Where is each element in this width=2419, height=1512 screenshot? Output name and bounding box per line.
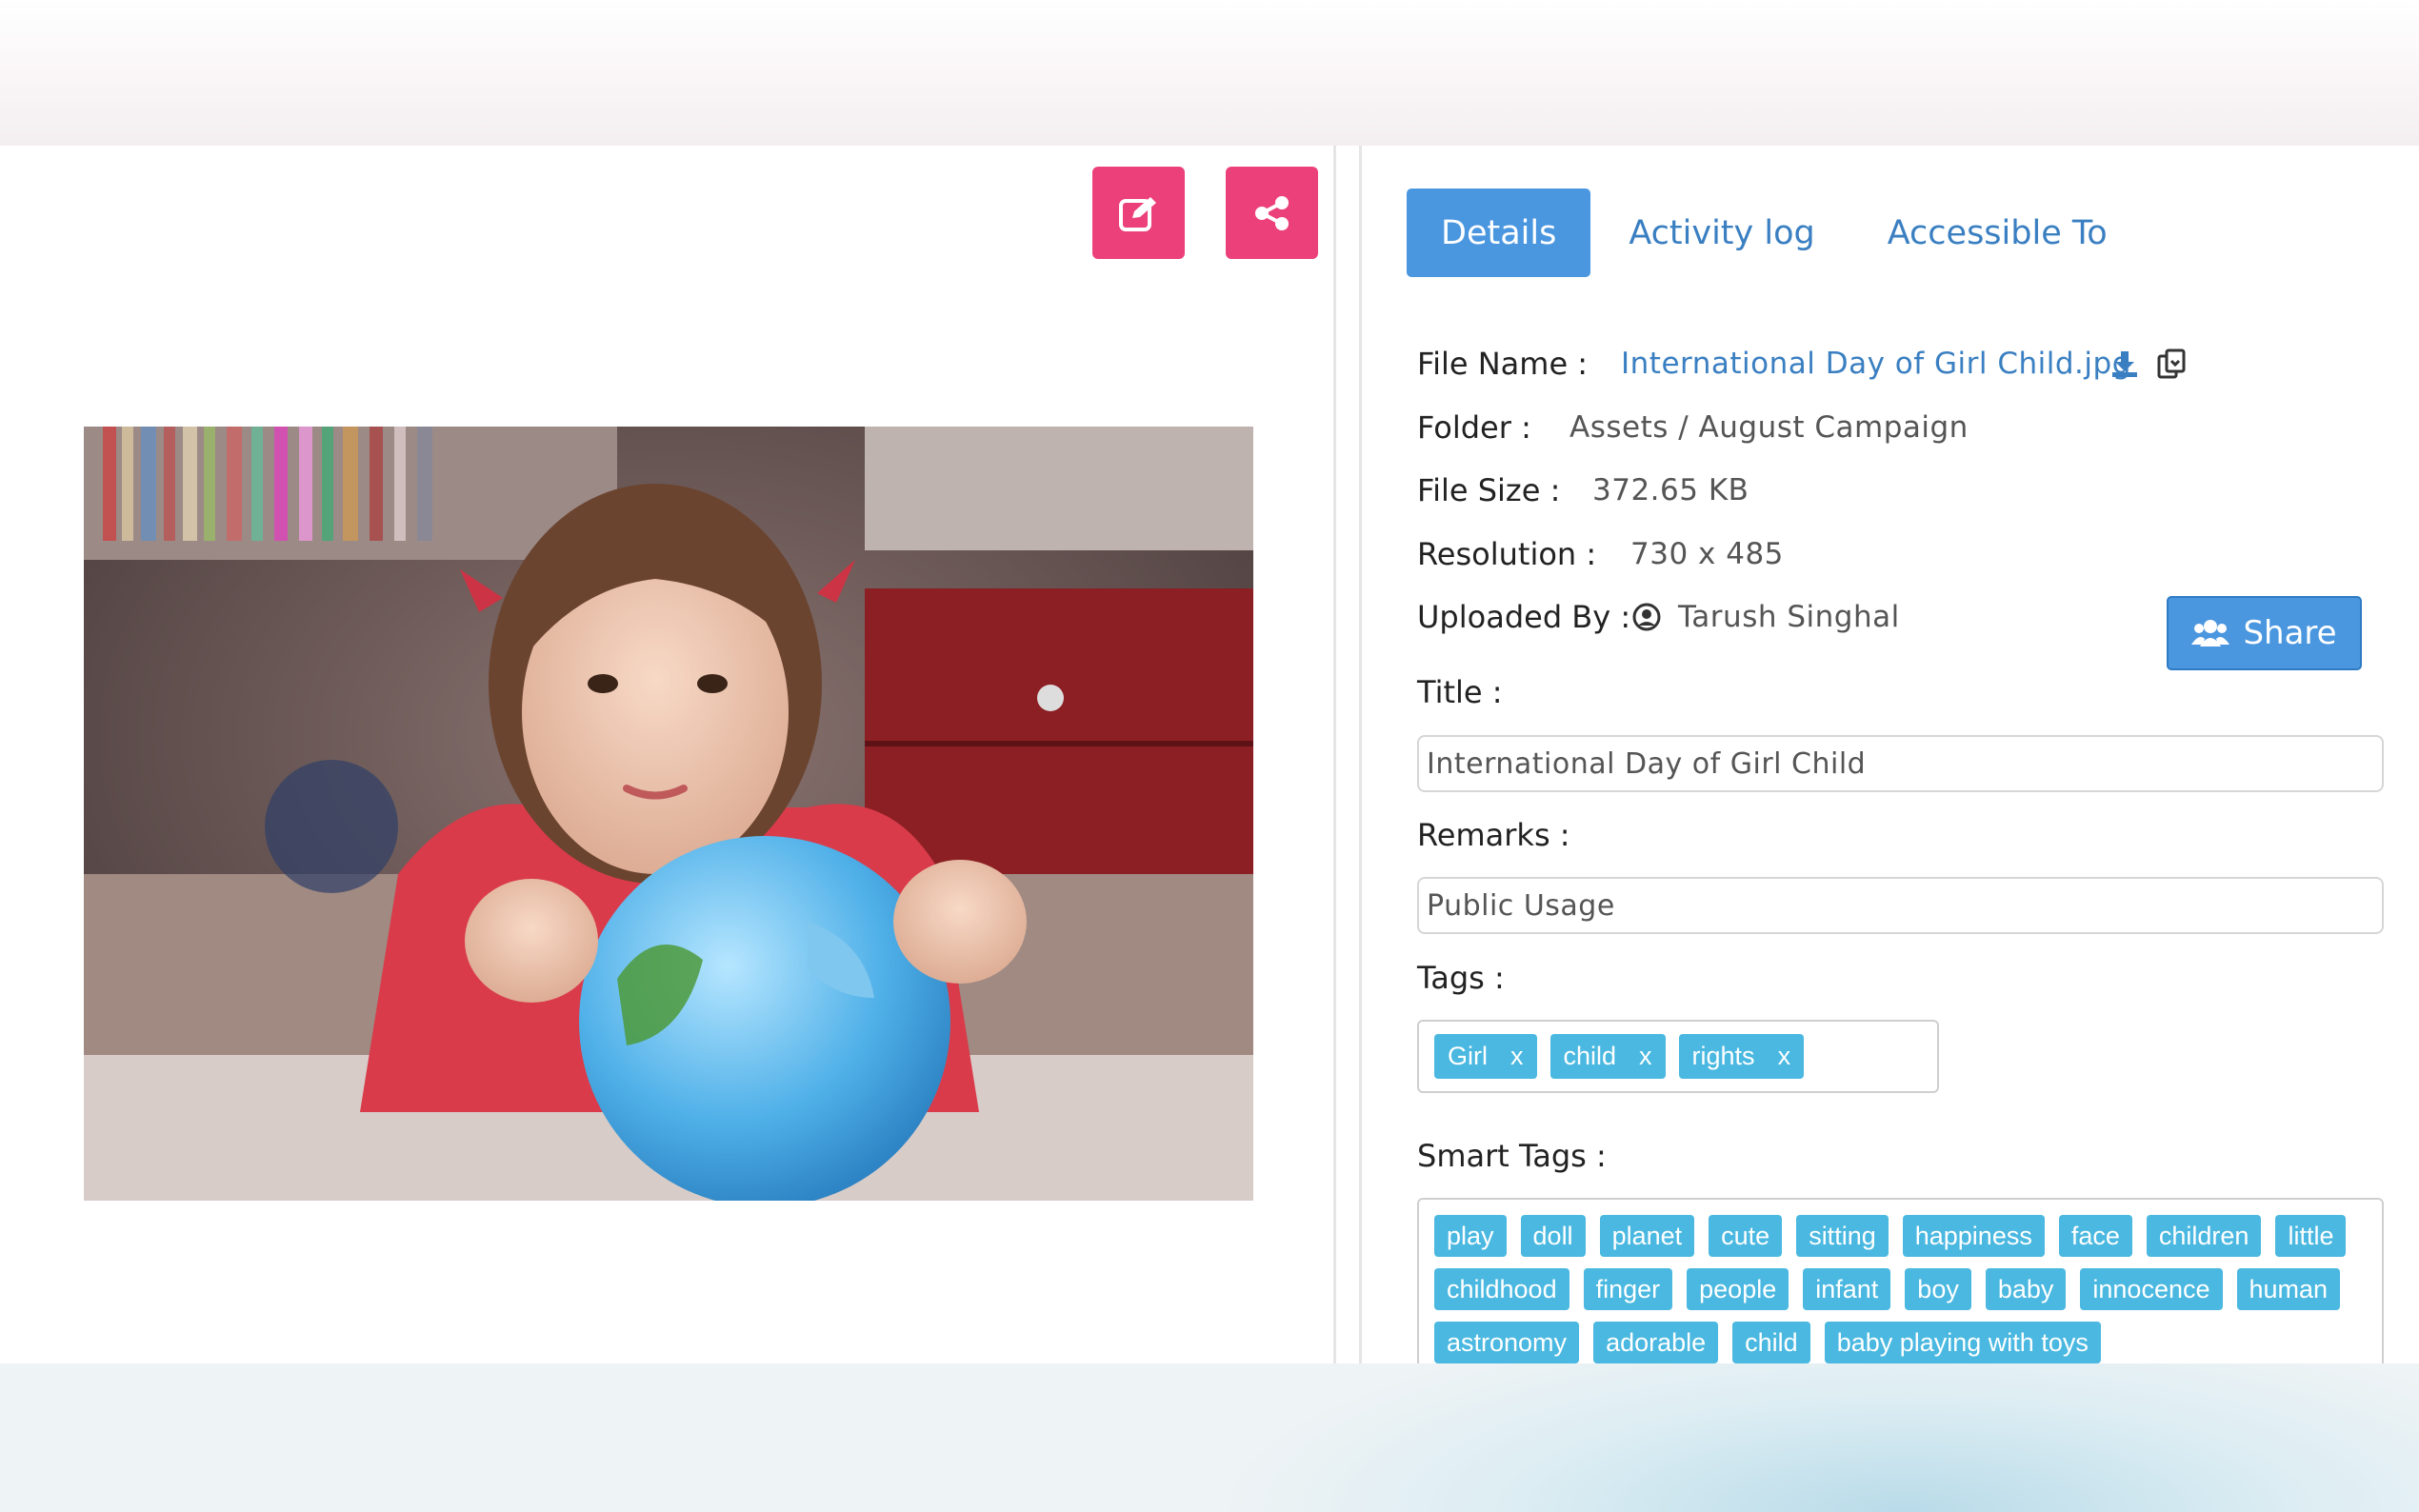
tag-chip: Girl x [1434, 1034, 1537, 1079]
tags-input[interactable]: Girl x child x rights x [1417, 1020, 1939, 1093]
share-asset-button[interactable] [1226, 167, 1318, 259]
smart-tag[interactable]: children [2146, 1215, 2262, 1257]
file-size-label: File Size : [1417, 472, 1561, 508]
tag-chip: child x [1549, 1034, 1666, 1079]
smart-tag[interactable]: happiness [1902, 1215, 2045, 1257]
smart-tag[interactable]: childhood [1434, 1268, 1569, 1310]
tag-label: Girl [1448, 1042, 1488, 1070]
smart-tag[interactable]: child [1732, 1322, 1810, 1363]
smart-tag[interactable]: face [2058, 1215, 2132, 1257]
download-icon[interactable] [2110, 349, 2139, 378]
tag-label: child [1563, 1042, 1617, 1070]
file-size-value: 372.65 KB [1592, 473, 1749, 507]
file-name-label: File Name : [1417, 346, 1589, 382]
tag-remove-button[interactable]: x [1639, 1042, 1652, 1071]
tag-chip: rights x [1678, 1034, 1805, 1079]
smart-tag[interactable]: baby [1985, 1268, 2067, 1310]
smart-tag[interactable]: infant [1803, 1268, 1891, 1310]
tag-remove-button[interactable]: x [1510, 1042, 1524, 1071]
detail-tabs: Details Activity log Accessible To [1407, 189, 2142, 277]
file-name-link[interactable]: International Day of Girl Child.jpg [1621, 347, 2131, 381]
smart-tag[interactable]: adorable [1593, 1322, 1719, 1363]
smart-tag[interactable]: people [1687, 1268, 1789, 1310]
title-input[interactable] [1417, 735, 2384, 792]
tab-activity-log[interactable]: Activity log [1594, 189, 1849, 277]
edit-icon [1118, 196, 1156, 231]
tags-label: Tags : [1417, 960, 1505, 996]
asset-detail-panel: Details Activity log Accessible To File … [0, 146, 2419, 1363]
share-button-label: Share [2243, 614, 2337, 652]
tab-details[interactable]: Details [1407, 189, 1591, 277]
smart-tag[interactable]: cute [1709, 1215, 1783, 1257]
uploaded-by-label: Uploaded By : [1417, 599, 1631, 635]
smart-tag[interactable]: astronomy [1434, 1322, 1580, 1363]
smart-tag[interactable]: finger [1583, 1268, 1673, 1310]
bottom-backdrop [0, 1363, 2419, 1512]
smart-tag[interactable]: innocence [2080, 1268, 2223, 1310]
tag-label: rights [1691, 1042, 1755, 1070]
resolution-label: Resolution : [1417, 536, 1597, 572]
smart-tags-list: play doll planet cute sitting happiness … [1417, 1198, 2384, 1363]
smart-tag[interactable]: sitting [1796, 1215, 1889, 1257]
smart-tag[interactable]: baby playing with toys [1824, 1322, 2101, 1363]
users-icon [2191, 620, 2230, 647]
user-circle-icon [1632, 603, 1661, 631]
panel-divider [1333, 146, 1362, 1363]
smart-tag[interactable]: planet [1599, 1215, 1695, 1257]
smart-tag[interactable]: human [2236, 1268, 2341, 1310]
resolution-value: 730 x 485 [1630, 537, 1784, 571]
tag-remove-button[interactable]: x [1778, 1042, 1791, 1071]
edit-button[interactable] [1092, 167, 1185, 259]
tab-accessible-to[interactable]: Accessible To [1853, 189, 2142, 277]
copy-link-icon[interactable] [2156, 348, 2189, 380]
smart-tags-label: Smart Tags : [1417, 1138, 1607, 1174]
share-button[interactable]: Share [2167, 596, 2362, 670]
smart-tag[interactable]: little [2275, 1215, 2347, 1257]
asset-preview-image [84, 427, 1253, 1201]
smart-tag[interactable]: boy [1905, 1268, 1971, 1310]
share-icon [1254, 195, 1289, 230]
folder-label: Folder : [1417, 409, 1531, 446]
top-backdrop [0, 0, 2419, 146]
uploader-name: Tarush Singhal [1678, 600, 1900, 634]
remarks-input[interactable] [1417, 877, 2384, 934]
title-label: Title : [1417, 674, 1503, 710]
smart-tag[interactable]: play [1434, 1215, 1507, 1257]
remarks-label: Remarks : [1417, 817, 1570, 853]
folder-value: Assets / August Campaign [1569, 410, 1969, 445]
smart-tag[interactable]: doll [1520, 1215, 1586, 1257]
